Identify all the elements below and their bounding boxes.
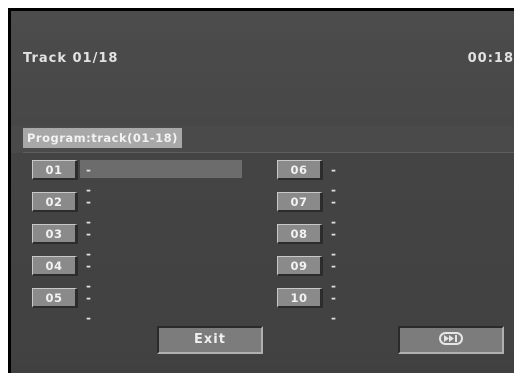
- slot-number: 03: [32, 224, 78, 244]
- slot-value: --: [331, 163, 336, 197]
- slot-selection-highlight: [80, 160, 242, 178]
- slot-value: --: [331, 195, 336, 229]
- track-counter: Track 01/18: [23, 51, 119, 66]
- slot-value: --: [86, 195, 91, 229]
- slot-number: 04: [32, 256, 78, 276]
- slot-number: 08: [277, 224, 323, 244]
- slot-number: 07: [277, 192, 323, 212]
- slot-value: --: [331, 291, 336, 325]
- slot-number: 06: [277, 160, 323, 180]
- slot-number: 09: [277, 256, 323, 276]
- slot-value: --: [331, 227, 336, 261]
- slot-value: --: [86, 291, 91, 325]
- program-title: Program:track(01-18): [23, 128, 182, 148]
- header-band: [11, 11, 514, 126]
- slot-number: 02: [32, 192, 78, 212]
- slot-value: --: [86, 259, 91, 293]
- slot-number: 01: [32, 160, 78, 180]
- program-list: 01 -- 02 -- 03 -- 04 -- 05 -- 06 -- 07 -…: [11, 153, 514, 373]
- osd-screen: Track 01/18 00:18 Program:track(01-18) 0…: [8, 8, 514, 373]
- slot-value: --: [86, 163, 91, 197]
- exit-button[interactable]: Exit: [157, 326, 263, 354]
- slot-number: 05: [32, 288, 78, 308]
- slot-value: --: [331, 259, 336, 293]
- next-track-button[interactable]: [398, 326, 504, 354]
- elapsed-time: 00:18: [467, 51, 514, 66]
- next-track-icon: [439, 332, 463, 345]
- slot-value: --: [86, 227, 91, 261]
- bottom-strip: [11, 366, 514, 373]
- slot-number: 10: [277, 288, 323, 308]
